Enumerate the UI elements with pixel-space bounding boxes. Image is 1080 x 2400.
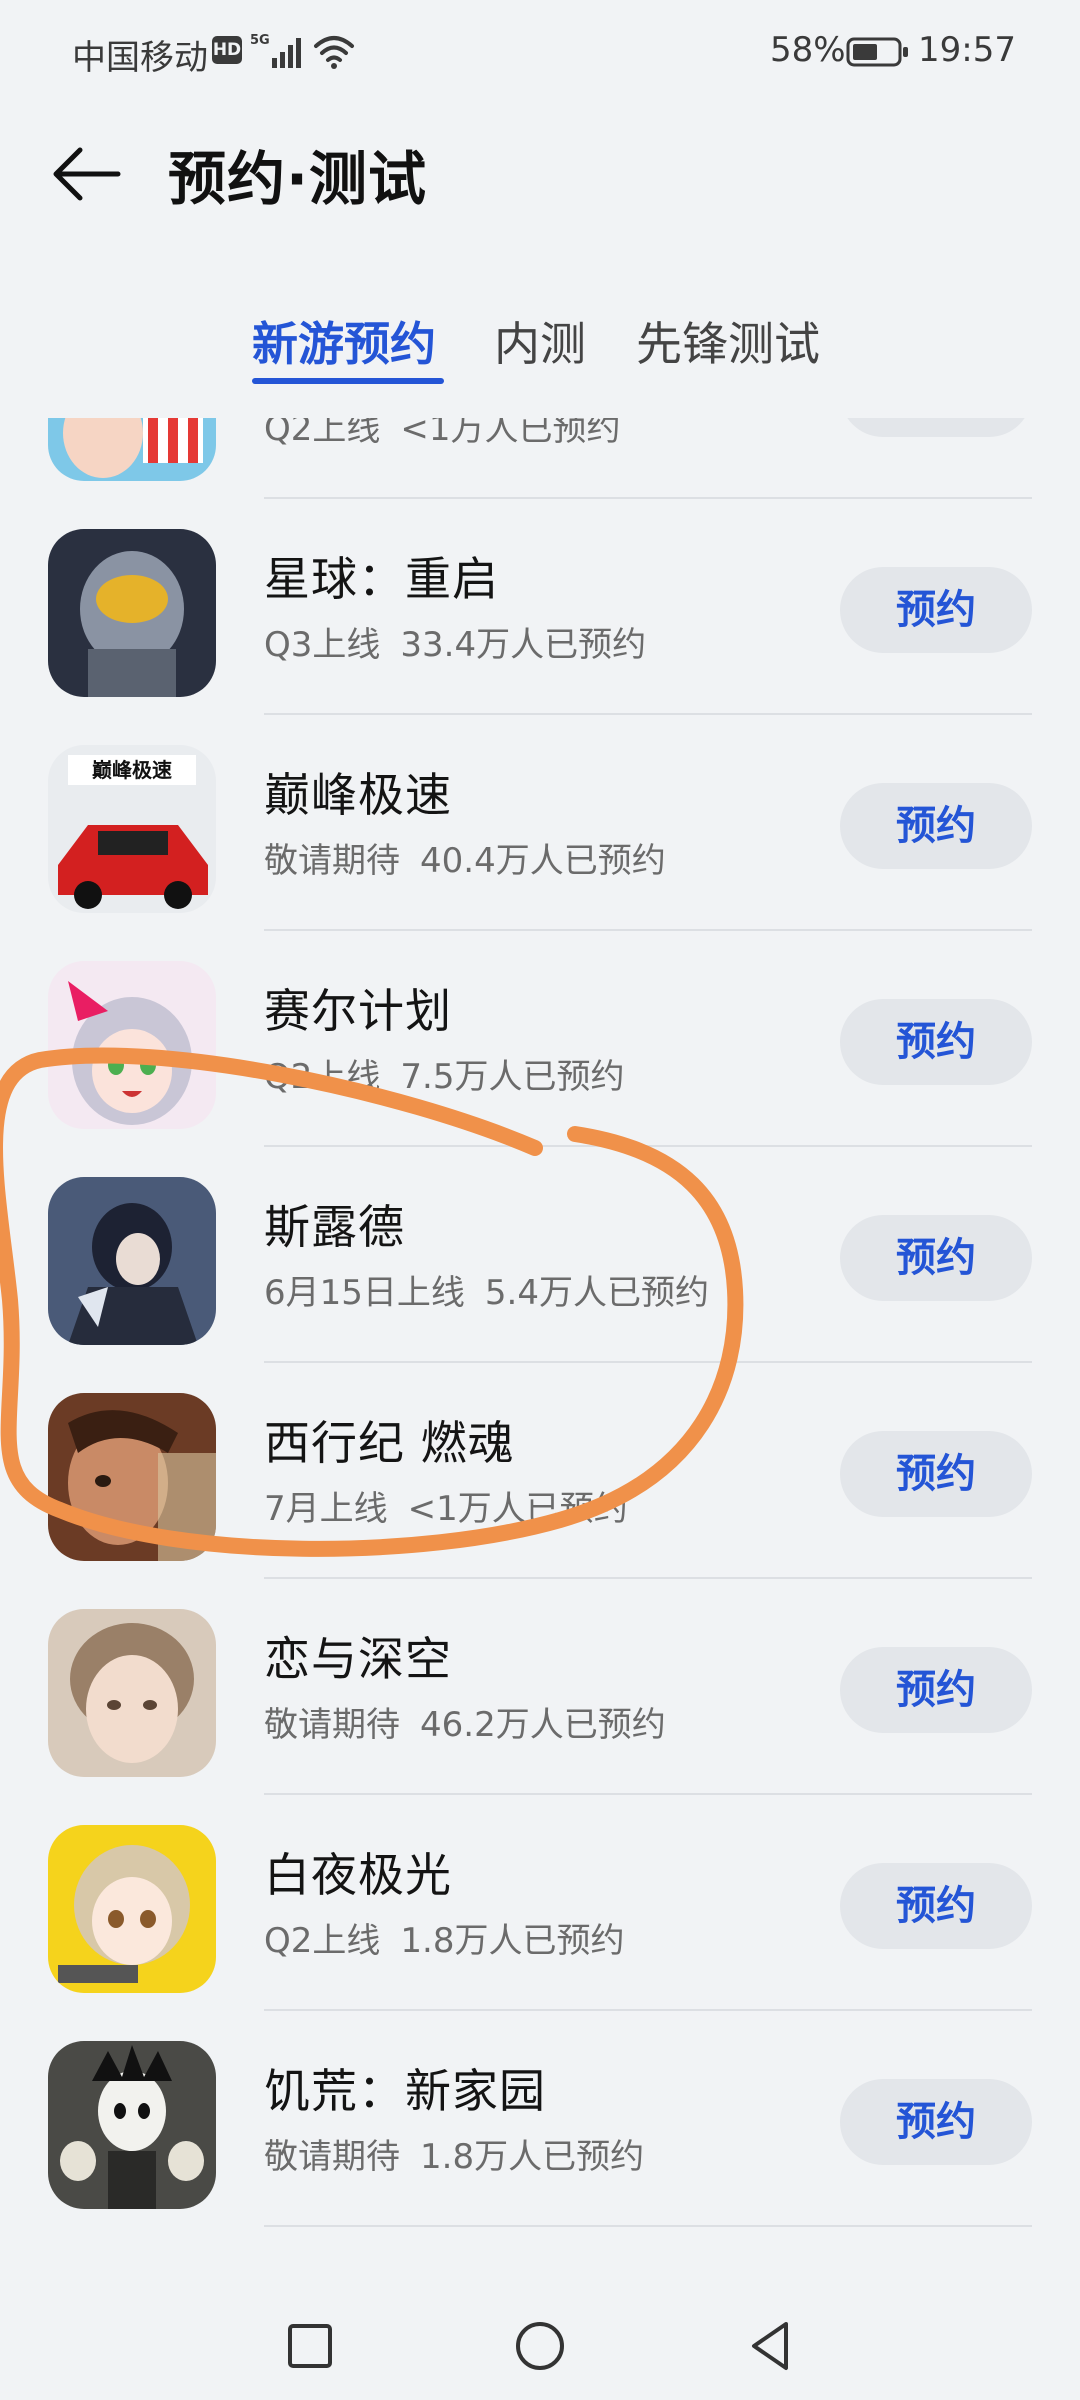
release-info: 敬请期待 (264, 1705, 400, 1745)
reserve-button[interactable]: 预约 (840, 567, 1032, 653)
back-button[interactable] (46, 134, 126, 214)
reserve-button[interactable]: 预约 (840, 2079, 1032, 2165)
game-meta: Q2上线 7.5万人已预约 (264, 1049, 624, 1098)
reserve-button[interactable]: 预约 (840, 1215, 1032, 1301)
list-item[interactable]: 西行纪 燃魂 7月上线 <1万人已预约 预约 (0, 1363, 1080, 1579)
game-name[interactable]: 白夜极光 (264, 1839, 452, 1905)
list-item[interactable]: 斯露德 6月15日上线 5.4万人已预约 预约 (0, 1147, 1080, 1363)
circle-icon (516, 2322, 564, 2370)
game-name[interactable]: 巅峰极速 (264, 759, 452, 825)
release-info: 敬请期待 (264, 841, 400, 881)
reservation-count: 1.8万人已预约 (420, 2137, 645, 2177)
game-name[interactable]: 饥荒：新家园 (264, 2055, 546, 2121)
clock: 19:57 (918, 30, 1016, 70)
signal-icon: 5G (250, 32, 306, 81)
reservation-count: <1万人已预约 (400, 418, 621, 449)
reservation-count: 7.5万人已预约 (400, 1057, 625, 1097)
release-info: Q2上线 (264, 418, 381, 449)
tab-pioneer-test[interactable]: 先锋测试 (636, 308, 820, 374)
game-meta: 敬请期待 1.8万人已预约 (264, 2129, 644, 2178)
arrow-left-icon (53, 147, 121, 201)
game-name[interactable]: 斯露德 (264, 1191, 405, 1257)
tab-bar: 新游预约 内测 先锋测试 (0, 290, 1080, 390)
reservation-count: <1万人已预约 (407, 1489, 628, 1529)
list-item[interactable]: Q2上线 <1万人已预约 预约 (0, 418, 1080, 499)
list-item[interactable]: 白夜极光 Q2上线 1.8万人已预约 预约 (0, 1795, 1080, 2011)
battery-icon (846, 36, 910, 76)
reservation-count: 5.4万人已预约 (484, 1273, 709, 1313)
game-name[interactable]: 赛尔计划 (264, 975, 452, 1041)
svg-text:巅峰极速: 巅峰极速 (92, 758, 172, 782)
reservation-count: 46.2万人已预约 (420, 1705, 666, 1745)
tab-closed-beta[interactable]: 内测 (494, 308, 586, 374)
list-item[interactable]: 星球：重启 Q3上线 33.4万人已预约 预约 (0, 499, 1080, 715)
game-meta: Q2上线 <1万人已预约 (264, 418, 621, 450)
release-info: 6月15日上线 (264, 1273, 465, 1313)
race-car-icon[interactable]: 巅峰极速 (48, 745, 216, 913)
warrior-face-icon[interactable] (48, 1393, 216, 1561)
release-info: 敬请期待 (264, 2137, 400, 2177)
status-bar: 中国移动 HD 5G 58% 19:57 (0, 0, 1080, 104)
page-title: 预约·测试 (168, 145, 428, 213)
list-item[interactable]: 恋与深空敬请期待 46.2万人已预约 预约 (0, 1579, 1080, 1795)
release-info: Q2上线 (264, 1057, 381, 1097)
reservation-count: 33.4万人已预约 (400, 625, 647, 665)
list-item[interactable]: 饥荒：新家园敬请期待 1.8万人已预约 预约 (0, 2011, 1080, 2227)
game-list[interactable]: Q2上线<1万人已预约预约星球：重启Q3上线33.4万人已预约预约巅峰极速巅峰极… (0, 418, 1080, 2290)
wifi-icon (312, 34, 356, 79)
reserve-button[interactable]: 预约 (840, 1863, 1032, 1949)
astronaut-helmet-icon[interactable] (48, 529, 216, 697)
game-meta: Q3上线 33.4万人已预约 (264, 617, 646, 666)
game-meta: 敬请期待 46.2万人已预约 (264, 1697, 666, 1746)
list-item[interactable]: 巅峰极速 巅峰极速敬请期待 40.4万人已预约 预约 (0, 715, 1080, 931)
list-item[interactable]: 赛尔计划 Q2上线 7.5万人已预约 预约 (0, 931, 1080, 1147)
game-name[interactable]: 恋与深空 (264, 1623, 452, 1689)
battery-percent: 58% (770, 30, 846, 70)
home-button[interactable] (510, 2316, 570, 2376)
active-tab-indicator (252, 378, 444, 384)
anime-girl-icon[interactable] (48, 961, 216, 1129)
recent-apps-button[interactable] (280, 2316, 340, 2376)
reserve-button[interactable]: 预约 (840, 783, 1032, 869)
system-nav-bar (0, 2290, 1080, 2400)
blonde-girl-icon[interactable] (48, 1825, 216, 1993)
hd-badge: HD (212, 36, 242, 64)
network-type-label: 5G (250, 33, 270, 48)
back-nav-button[interactable] (740, 2316, 800, 2376)
reservation-count: 40.4万人已预约 (420, 841, 666, 881)
game-meta: 敬请期待 40.4万人已预约 (264, 833, 666, 882)
divider (264, 2225, 1032, 2227)
reservation-count: 1.8万人已预约 (400, 1921, 625, 1961)
reserve-button[interactable]: 预约 (840, 999, 1032, 1085)
game-name[interactable]: 西行纪 燃魂 (264, 1407, 515, 1473)
game-name[interactable]: 星球：重启 (264, 543, 499, 609)
release-info: Q3上线 (264, 625, 381, 665)
dark-hair-character-icon[interactable] (48, 1177, 216, 1345)
release-info: Q2上线 (264, 1921, 381, 1961)
release-info: 7月上线 (264, 1489, 388, 1529)
game-meta: 6月15日上线 5.4万人已预约 (264, 1265, 709, 1314)
young-man-portrait-icon[interactable] (48, 1609, 216, 1777)
square-icon (288, 2324, 332, 2368)
triangle-back-icon (752, 2322, 788, 2370)
header: 预约·测试 (0, 104, 1080, 234)
popcorn-girl-icon[interactable] (48, 418, 216, 481)
game-meta: Q2上线 1.8万人已预约 (264, 1913, 624, 1962)
carrier-label: 中国移动 (72, 38, 208, 78)
reserve-button[interactable]: 预约 (840, 418, 1032, 437)
reserve-button[interactable]: 预约 (840, 1431, 1032, 1517)
reserve-button[interactable]: 预约 (840, 1647, 1032, 1733)
dont-starve-characters-icon[interactable] (48, 2041, 216, 2209)
game-meta: 7月上线 <1万人已预约 (264, 1481, 628, 1530)
tab-new-game-reservation[interactable]: 新游预约 (252, 308, 436, 374)
